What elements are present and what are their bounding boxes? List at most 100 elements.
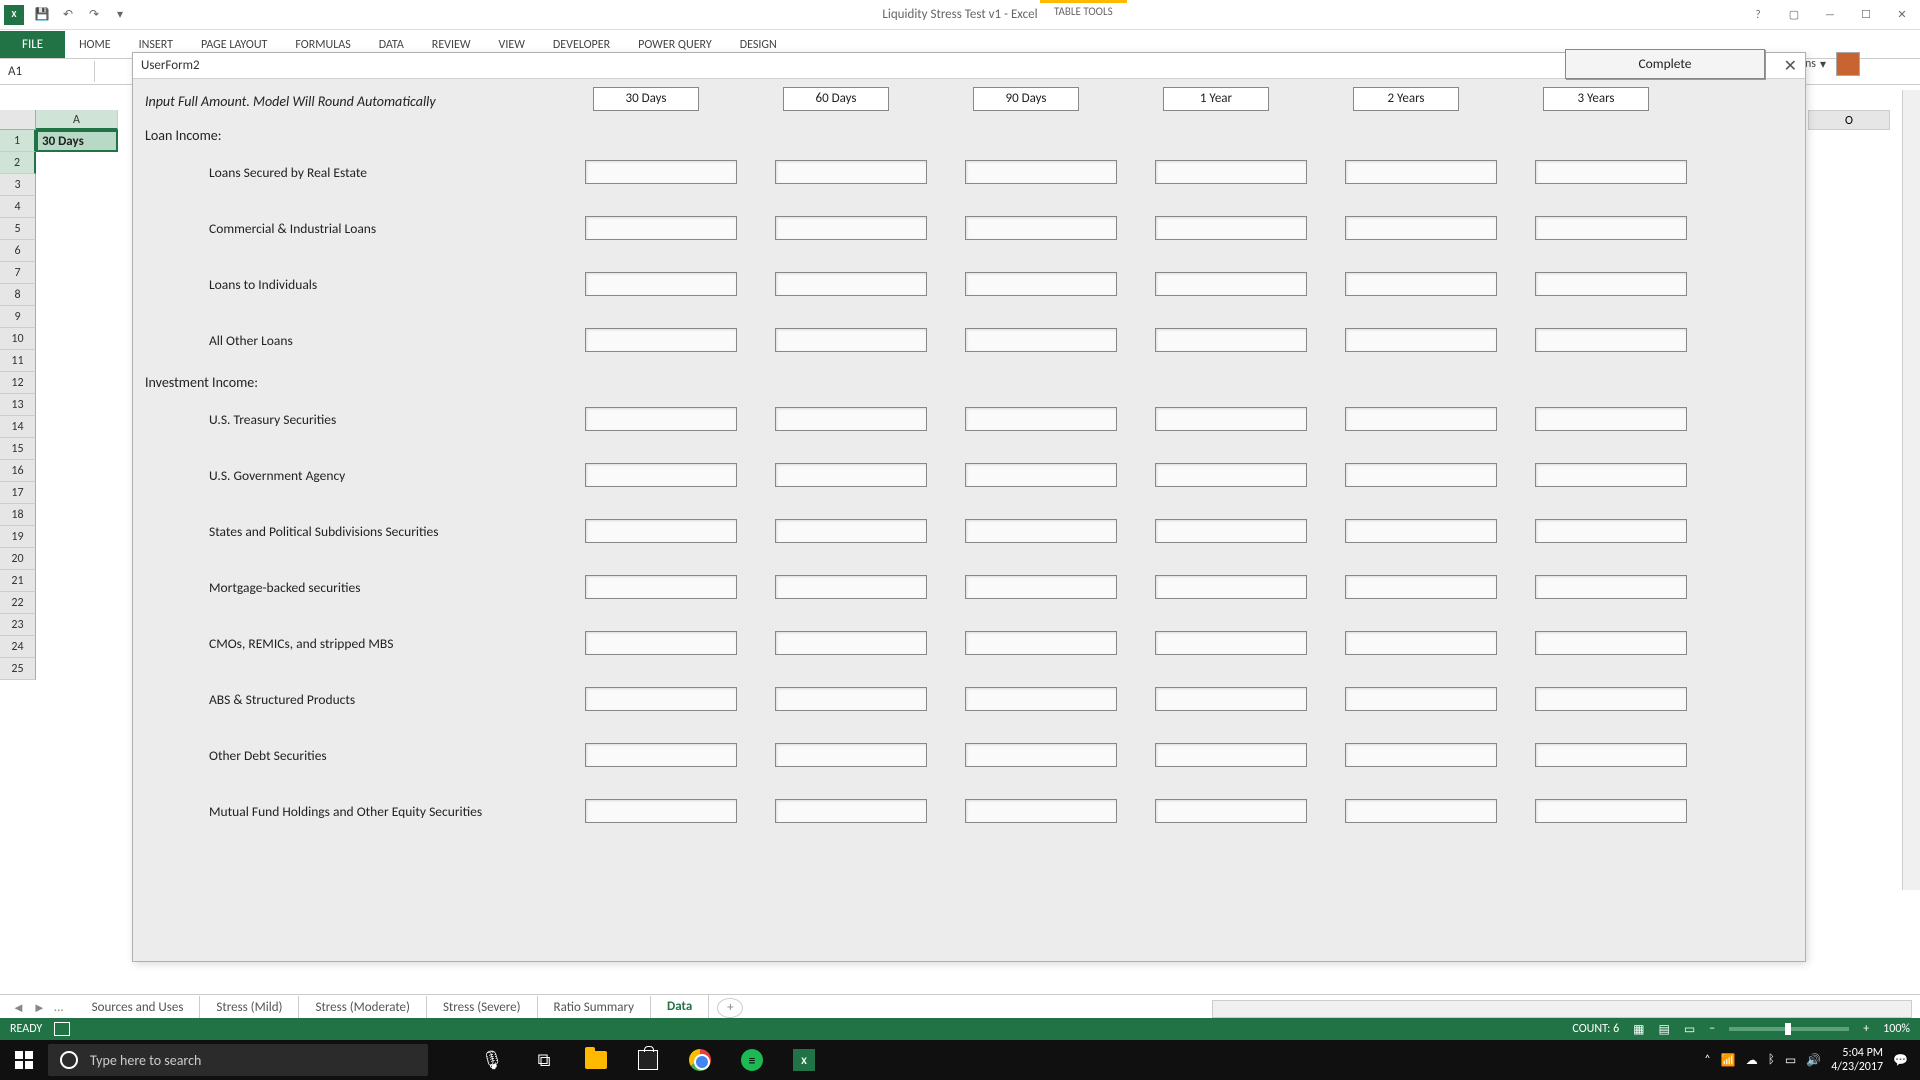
sheet-tab-sources-and-uses[interactable]: Sources and Uses xyxy=(76,996,201,1019)
row-header-13[interactable]: 13 xyxy=(0,394,36,416)
loan-1-input-period-3[interactable] xyxy=(1155,216,1307,240)
row-header-12[interactable]: 12 xyxy=(0,372,36,394)
sheet-nav-next-icon[interactable]: ► xyxy=(33,1000,46,1016)
sheet-tab-stress-severe[interactable]: Stress (Severe) xyxy=(427,996,538,1019)
mic-icon[interactable]: 🎙 xyxy=(468,1040,516,1080)
loan-2-input-period-3[interactable] xyxy=(1155,272,1307,296)
row-header-16[interactable]: 16 xyxy=(0,460,36,482)
row-header-19[interactable]: 19 xyxy=(0,526,36,548)
undo-icon[interactable]: ↶ xyxy=(56,3,80,27)
row-header-1[interactable]: 1 xyxy=(0,130,36,152)
loan-2-input-period-0[interactable] xyxy=(585,272,737,296)
loan-1-input-period-0[interactable] xyxy=(585,216,737,240)
inv-3-input-period-3[interactable] xyxy=(1155,575,1307,599)
row-header-20[interactable]: 20 xyxy=(0,548,36,570)
loan-1-input-period-4[interactable] xyxy=(1345,216,1497,240)
sheet-tab-stress-mild[interactable]: Stress (Mild) xyxy=(200,996,299,1019)
ribbon-tab-home[interactable]: HOME xyxy=(65,32,125,58)
loan-3-input-period-1[interactable] xyxy=(775,328,927,352)
userform-titlebar[interactable]: UserForm2 ✕ xyxy=(133,53,1805,79)
inv-4-input-period-2[interactable] xyxy=(965,631,1117,655)
sheet-nav-ellipsis[interactable]: ... xyxy=(54,1000,64,1016)
bluetooth-icon[interactable]: ᛒ xyxy=(1768,1053,1775,1067)
inv-7-input-period-0[interactable] xyxy=(585,799,737,823)
inv-4-input-period-5[interactable] xyxy=(1535,631,1687,655)
inv-4-input-period-0[interactable] xyxy=(585,631,737,655)
inv-1-input-period-5[interactable] xyxy=(1535,463,1687,487)
tray-overflow-icon[interactable]: ˄ xyxy=(1704,1053,1710,1067)
ribbon-display-icon[interactable]: ▢ xyxy=(1780,5,1808,25)
sheet-nav[interactable]: ◄ ► ... xyxy=(0,1000,76,1016)
inv-0-input-period-0[interactable] xyxy=(585,407,737,431)
view-page-break-icon[interactable]: ▭ xyxy=(1684,1022,1695,1037)
row-header-22[interactable]: 22 xyxy=(0,592,36,614)
row-header-25[interactable]: 25 xyxy=(0,658,36,680)
inv-2-input-period-0[interactable] xyxy=(585,519,737,543)
inv-7-input-period-3[interactable] xyxy=(1155,799,1307,823)
select-all-corner[interactable] xyxy=(0,110,36,130)
inv-2-input-period-2[interactable] xyxy=(965,519,1117,543)
inv-6-input-period-5[interactable] xyxy=(1535,743,1687,767)
inv-2-input-period-3[interactable] xyxy=(1155,519,1307,543)
new-sheet-button[interactable]: + xyxy=(717,998,743,1018)
maximize-icon[interactable]: ☐ xyxy=(1852,5,1880,25)
inv-6-input-period-4[interactable] xyxy=(1345,743,1497,767)
zoom-out-icon[interactable]: − xyxy=(1709,1022,1715,1036)
loan-1-input-period-2[interactable] xyxy=(965,216,1117,240)
row-header-4[interactable]: 4 xyxy=(0,196,36,218)
close-window-icon[interactable]: ✕ xyxy=(1888,5,1916,25)
name-box[interactable]: A1 xyxy=(0,61,95,82)
account-dropdown-icon[interactable]: ▾ xyxy=(1816,57,1830,72)
inv-6-input-period-2[interactable] xyxy=(965,743,1117,767)
sheet-tab-ratio-summary[interactable]: Ratio Summary xyxy=(538,996,651,1019)
row-header-21[interactable]: 21 xyxy=(0,570,36,592)
close-icon[interactable]: ✕ xyxy=(1784,56,1797,76)
inv-0-input-period-3[interactable] xyxy=(1155,407,1307,431)
excel-taskbar-icon[interactable]: X xyxy=(780,1040,828,1080)
loan-2-input-period-1[interactable] xyxy=(775,272,927,296)
loan-2-input-period-5[interactable] xyxy=(1535,272,1687,296)
action-center-icon[interactable]: 💬 xyxy=(1893,1053,1908,1068)
inv-1-input-period-4[interactable] xyxy=(1345,463,1497,487)
zoom-level[interactable]: 100% xyxy=(1883,1022,1910,1036)
volume-icon[interactable]: 🔊 xyxy=(1806,1053,1821,1068)
macro-record-icon[interactable] xyxy=(54,1022,70,1036)
loan-1-input-period-1[interactable] xyxy=(775,216,927,240)
loan-3-input-period-0[interactable] xyxy=(585,328,737,352)
loan-3-input-period-3[interactable] xyxy=(1155,328,1307,352)
inv-3-input-period-5[interactable] xyxy=(1535,575,1687,599)
row-header-17[interactable]: 17 xyxy=(0,482,36,504)
inv-7-input-period-4[interactable] xyxy=(1345,799,1497,823)
inv-6-input-period-0[interactable] xyxy=(585,743,737,767)
row-header-23[interactable]: 23 xyxy=(0,614,36,636)
loan-1-input-period-5[interactable] xyxy=(1535,216,1687,240)
row-header-11[interactable]: 11 xyxy=(0,350,36,372)
inv-7-input-period-1[interactable] xyxy=(775,799,927,823)
file-tab[interactable]: FILE xyxy=(0,31,65,58)
inv-5-input-period-5[interactable] xyxy=(1535,687,1687,711)
vertical-scrollbar[interactable] xyxy=(1902,90,1920,890)
row-header-7[interactable]: 7 xyxy=(0,262,36,284)
row-header-3[interactable]: 3 xyxy=(0,174,36,196)
column-header-o[interactable]: O xyxy=(1808,110,1890,130)
inv-5-input-period-1[interactable] xyxy=(775,687,927,711)
spotify-icon[interactable]: ≡ xyxy=(728,1040,776,1080)
inv-4-input-period-4[interactable] xyxy=(1345,631,1497,655)
row-header-9[interactable]: 9 xyxy=(0,306,36,328)
minimize-icon[interactable]: — xyxy=(1816,5,1844,25)
loan-0-input-period-5[interactable] xyxy=(1535,160,1687,184)
loan-0-input-period-0[interactable] xyxy=(585,160,737,184)
inv-3-input-period-4[interactable] xyxy=(1345,575,1497,599)
inv-1-input-period-3[interactable] xyxy=(1155,463,1307,487)
wifi-icon[interactable]: 📶 xyxy=(1721,1053,1736,1068)
taskbar-clock[interactable]: 5:04 PM 4/23/2017 xyxy=(1831,1046,1883,1075)
inv-2-input-period-4[interactable] xyxy=(1345,519,1497,543)
redo-icon[interactable]: ↷ xyxy=(82,3,106,27)
battery-icon[interactable]: ▭ xyxy=(1785,1053,1796,1068)
column-header-a[interactable]: A xyxy=(36,110,118,130)
onedrive-icon[interactable]: ☁ xyxy=(1746,1053,1758,1068)
row-header-2[interactable]: 2 xyxy=(0,152,36,174)
inv-5-input-period-4[interactable] xyxy=(1345,687,1497,711)
row-header-10[interactable]: 10 xyxy=(0,328,36,350)
inv-6-input-period-3[interactable] xyxy=(1155,743,1307,767)
